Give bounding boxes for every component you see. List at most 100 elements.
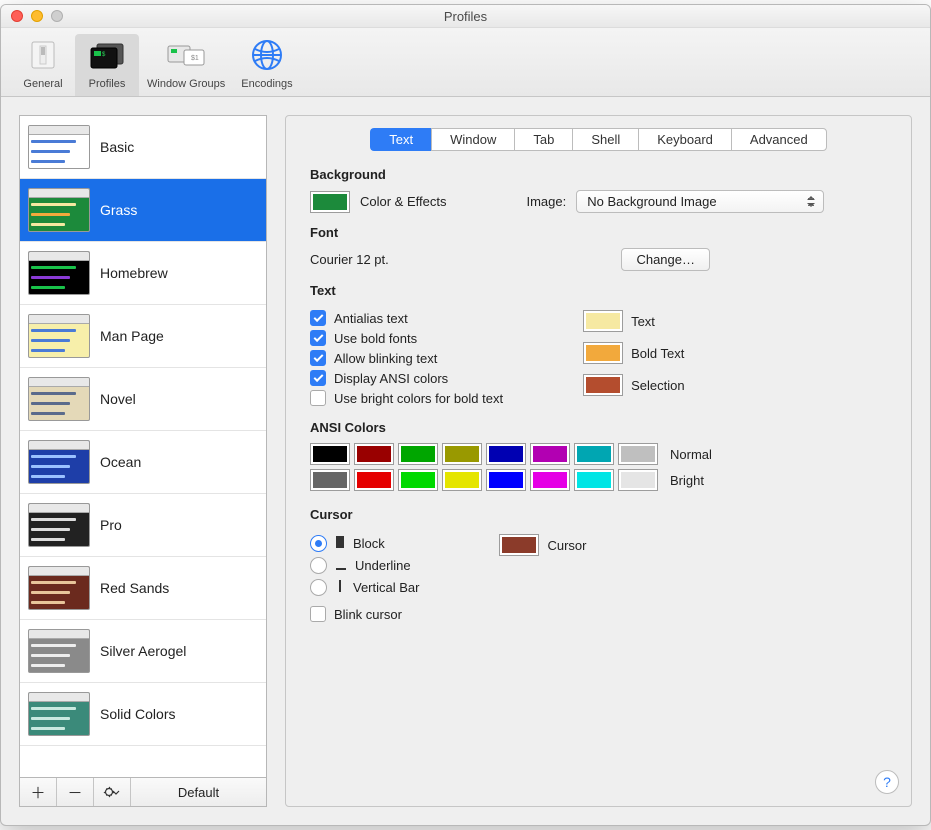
bright-bold-checkbox[interactable] (310, 390, 326, 406)
ansi-color-well[interactable] (530, 469, 570, 491)
profile-list[interactable]: Basic Grass Homebrew (19, 115, 267, 778)
ansi-color-well[interactable] (486, 443, 526, 465)
text-color-label: Text (631, 314, 655, 329)
ansi-color-well[interactable] (310, 443, 350, 465)
toolbar-encodings[interactable]: Encodings (233, 34, 300, 96)
antialias-checkbox[interactable] (310, 310, 326, 326)
close-window-icon[interactable] (11, 10, 23, 22)
preferences-window: Profiles General $ Profiles $1 Window Gr… (0, 4, 931, 826)
tab-window[interactable]: Window (431, 128, 514, 151)
add-profile-button[interactable]: ＋ (20, 778, 57, 806)
bold-fonts-label: Use bold fonts (334, 331, 417, 346)
ansi-color-well[interactable] (442, 469, 482, 491)
profile-row-grass[interactable]: Grass (20, 179, 266, 242)
profile-row-basic[interactable]: Basic (20, 116, 266, 179)
background-image-popup[interactable]: No Background Image (576, 190, 824, 213)
ansi-color-well[interactable] (354, 469, 394, 491)
svg-text:$1: $1 (191, 55, 199, 62)
image-label: Image: (526, 194, 566, 209)
profile-thumb (28, 251, 90, 295)
remove-profile-button[interactable]: － (57, 778, 94, 806)
ansi-color-well[interactable] (618, 443, 658, 465)
ansi-row-label: Normal (670, 447, 712, 462)
tab-advanced[interactable]: Advanced (731, 128, 827, 151)
ansi-color-well[interactable] (310, 469, 350, 491)
profile-row-homebrew[interactable]: Homebrew (20, 242, 266, 305)
background-color-well[interactable] (310, 191, 350, 213)
toolbar-general[interactable]: General (11, 34, 75, 96)
zoom-window-icon[interactable] (51, 10, 63, 22)
cursor-vbar-radio[interactable] (310, 579, 327, 596)
cursor-underline-label: Underline (355, 558, 411, 573)
tab-keyboard[interactable]: Keyboard (638, 128, 731, 151)
ansi-heading: ANSI Colors (310, 420, 887, 435)
ansi-color-well[interactable] (398, 443, 438, 465)
profile-row-solidcolors[interactable]: Solid Colors (20, 683, 266, 746)
selection-color-well[interactable] (583, 374, 623, 396)
toolbar-profiles-label: Profiles (83, 78, 131, 90)
profile-name: Red Sands (100, 580, 169, 596)
profile-actions-menu[interactable] (94, 778, 131, 806)
profile-name: Silver Aerogel (100, 643, 186, 659)
profile-row-pro[interactable]: Pro (20, 494, 266, 557)
ansi-checkbox[interactable] (310, 370, 326, 386)
profiles-icon: $ (83, 34, 131, 76)
toolbar-window-groups[interactable]: $1 Window Groups (139, 34, 233, 96)
tab-text[interactable]: Text (370, 128, 431, 151)
cursor-block-radio[interactable] (310, 535, 327, 552)
change-font-button[interactable]: Change… (621, 248, 710, 271)
font-heading: Font (310, 225, 887, 240)
encodings-icon (243, 34, 291, 76)
profile-row-manpage[interactable]: Man Page (20, 305, 266, 368)
general-icon (19, 34, 67, 76)
profile-name: Man Page (100, 328, 164, 344)
ansi-row-label: Bright (670, 473, 704, 488)
profile-name: Solid Colors (100, 706, 175, 722)
blink-cursor-label: Blink cursor (334, 607, 402, 622)
toolbar-window-groups-label: Window Groups (147, 78, 225, 90)
ansi-color-well[interactable] (354, 443, 394, 465)
cursor-underline-radio[interactable] (310, 557, 327, 574)
minimize-window-icon[interactable] (31, 10, 43, 22)
tab-shell[interactable]: Shell (572, 128, 638, 151)
ansi-color-well[interactable] (574, 443, 614, 465)
bold-fonts-checkbox[interactable] (310, 330, 326, 346)
profile-thumb (28, 188, 90, 232)
cursor-vbar-label: Vertical Bar (353, 580, 419, 595)
color-effects-label: Color & Effects (360, 194, 446, 209)
vbar-cursor-icon (335, 579, 345, 596)
ansi-label: Display ANSI colors (334, 371, 448, 386)
profile-name: Homebrew (100, 265, 168, 281)
bright-bold-label: Use bright colors for bold text (334, 391, 503, 406)
ansi-color-well[interactable] (530, 443, 570, 465)
profile-row-redsands[interactable]: Red Sands (20, 557, 266, 620)
window-controls (1, 10, 63, 22)
profile-name: Pro (100, 517, 122, 533)
blink-cursor-checkbox[interactable] (310, 606, 326, 622)
help-button[interactable]: ? (875, 770, 899, 794)
block-cursor-icon (335, 535, 345, 552)
profile-row-ocean[interactable]: Ocean (20, 431, 266, 494)
ansi-color-well[interactable] (574, 469, 614, 491)
tab-tab[interactable]: Tab (514, 128, 572, 151)
set-default-button[interactable]: Default (131, 778, 266, 806)
profile-thumb (28, 503, 90, 547)
profile-row-novel[interactable]: Novel (20, 368, 266, 431)
toolbar-profiles[interactable]: $ Profiles (75, 34, 139, 96)
selection-color-label: Selection (631, 378, 684, 393)
blinking-checkbox[interactable] (310, 350, 326, 366)
text-color-well[interactable] (583, 310, 623, 332)
bold-color-well[interactable] (583, 342, 623, 364)
underline-cursor-icon (335, 557, 347, 574)
ansi-color-well[interactable] (398, 469, 438, 491)
ansi-color-well[interactable] (618, 469, 658, 491)
ansi-color-well[interactable] (486, 469, 526, 491)
ansi-normal-row: Normal (310, 443, 887, 465)
detail-tabs: Text Window Tab Shell Keyboard Advanced (370, 128, 826, 151)
profile-name: Basic (100, 139, 134, 155)
profile-row-silver[interactable]: Silver Aerogel (20, 620, 266, 683)
profile-thumb (28, 692, 90, 736)
text-heading: Text (310, 283, 887, 298)
cursor-color-well[interactable] (499, 534, 539, 556)
ansi-color-well[interactable] (442, 443, 482, 465)
